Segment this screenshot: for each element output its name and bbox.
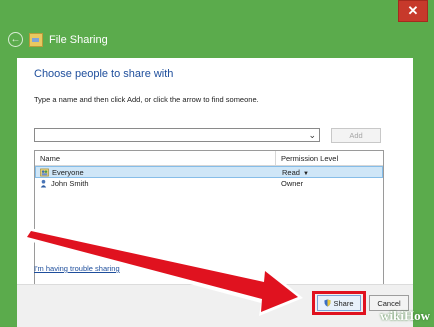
- back-arrow-icon: ←: [10, 34, 21, 45]
- file-sharing-icon: [29, 32, 43, 47]
- caret-down-icon[interactable]: ▼: [303, 171, 309, 177]
- trouble-sharing-link[interactable]: I'm having trouble sharing: [34, 264, 120, 273]
- instruction-text: Type a name and then click Add, or click…: [34, 95, 259, 104]
- dialog-footer: Share Cancel: [17, 284, 413, 327]
- window-title: File Sharing: [49, 33, 108, 46]
- back-button[interactable]: ←: [8, 32, 23, 47]
- permission-value: Owner: [281, 179, 304, 188]
- user-icon: [40, 179, 47, 188]
- table-row[interactable]: John Smith Owner: [35, 178, 383, 190]
- permission-value: Read: [282, 168, 300, 177]
- row-name: John Smith: [51, 179, 89, 188]
- close-icon: ✕: [407, 3, 419, 18]
- table-row[interactable]: Everyone Read ▼: [35, 166, 383, 178]
- column-divider: [275, 151, 276, 165]
- permission-dropdown[interactable]: Read ▼: [282, 168, 309, 177]
- close-button[interactable]: ✕: [398, 0, 428, 22]
- sharing-table: Name Permission Level Everyone Read ▼ Jo…: [34, 150, 384, 300]
- wikihow-watermark: wikiHow: [380, 308, 430, 323]
- add-button[interactable]: Add: [331, 128, 381, 143]
- table-header: Name Permission Level: [35, 151, 383, 166]
- row-name: Everyone: [52, 168, 84, 177]
- column-header-name[interactable]: Name: [40, 154, 60, 163]
- file-sharing-window: ✕ ← File Sharing Choose people to share …: [0, 0, 434, 327]
- dialog-heading: Choose people to share with: [34, 68, 174, 80]
- highlight-box: [312, 291, 366, 315]
- title-nav: ← File Sharing: [8, 32, 108, 47]
- dialog-content: Choose people to share with Type a name …: [17, 58, 413, 327]
- name-combobox[interactable]: ⌄: [34, 128, 320, 142]
- group-icon: [40, 168, 49, 177]
- chevron-down-icon[interactable]: ⌄: [308, 129, 316, 142]
- title-bar: ✕ ← File Sharing: [0, 0, 434, 58]
- column-header-permission[interactable]: Permission Level: [281, 154, 338, 163]
